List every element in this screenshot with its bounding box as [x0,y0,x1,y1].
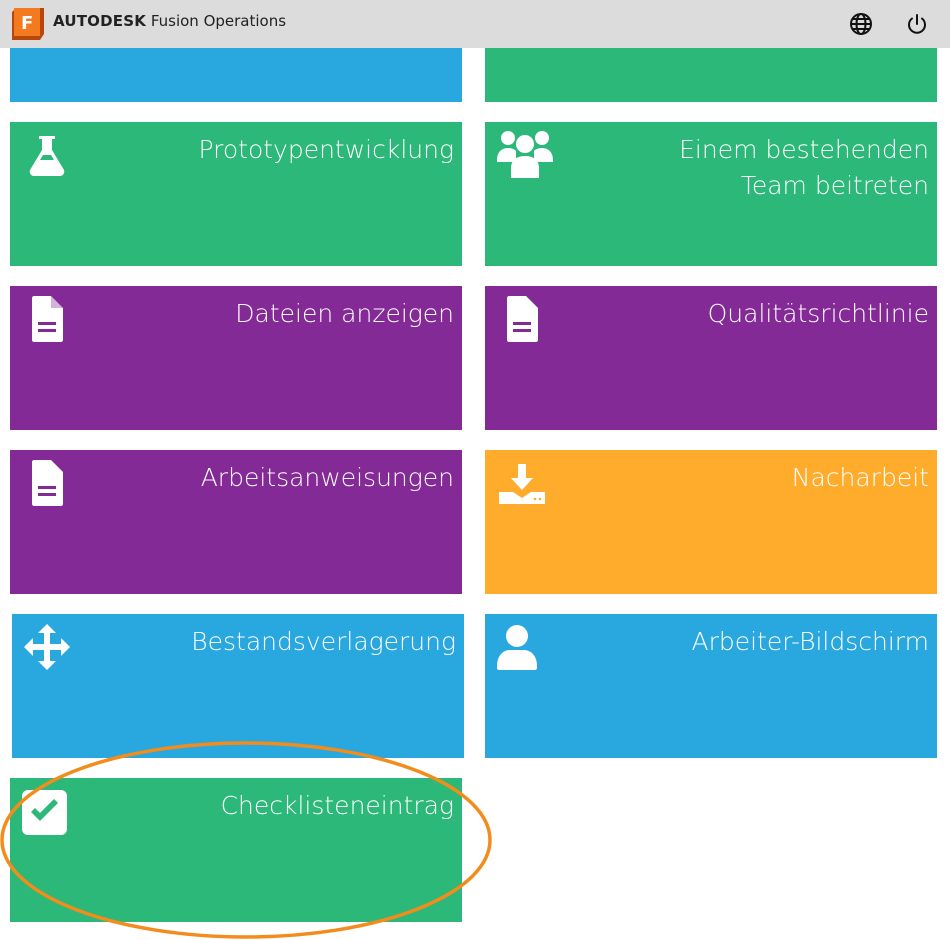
file-icon [32,296,63,342]
fusion-logo-icon: F [12,8,44,40]
tile-dateien-anzeigen[interactable]: Dateien anzeigen [10,286,462,430]
power-icon[interactable] [905,12,929,36]
tile-label: Nacharbeit [791,463,929,492]
tile-label: Prototypentwicklung [198,135,454,164]
tile-label: Bestandsverlagerung [191,627,456,656]
tile-label: Qualitätsrichtlinie [707,299,929,328]
user-icon [497,625,537,670]
tile-label: Dateien anzeigen [235,299,454,328]
tile-partial-top-left[interactable] [10,48,462,102]
file-icon [32,460,63,506]
tile-label: Einem bestehenden Team beitreten [679,135,929,200]
tile-bestandsverlagerung[interactable]: Bestandsverlagerung [12,614,464,758]
tile-arbeiter-bildschirm[interactable]: Arbeiter-Bildschirm [485,614,937,758]
tile-label: Arbeitsanweisungen [200,463,454,492]
svg-text:F: F [21,13,33,34]
tile-qualitaetsrichtlinie[interactable]: Qualitätsrichtlinie [485,286,937,430]
flask-icon [29,136,65,176]
file-icon [507,296,538,342]
tile-nacharbeit[interactable]: Nacharbeit [485,450,937,594]
download-icon [499,464,545,504]
tile-label: Checklisteneintrag [220,791,454,820]
tile-arbeitsanweisungen[interactable]: Arbeitsanweisungen [10,450,462,594]
tile-team-beitreten[interactable]: Einem bestehenden Team beitreten [485,122,937,266]
users-icon [497,131,553,178]
tile-label: Arbeiter-Bildschirm [691,627,929,656]
app-title: AUTODESK Fusion Operations [53,12,287,30]
tile-prototypentwicklung[interactable]: Prototypentwicklung [10,122,462,266]
tile-partial-top-right[interactable] [485,48,937,102]
move-icon [24,624,70,670]
globe-icon[interactable] [849,12,873,36]
tile-checklisteneintrag[interactable]: Checklisteneintrag [10,778,462,922]
app-header: F AUTODESK Fusion Operations [0,0,950,48]
checkbox-icon [22,790,67,835]
